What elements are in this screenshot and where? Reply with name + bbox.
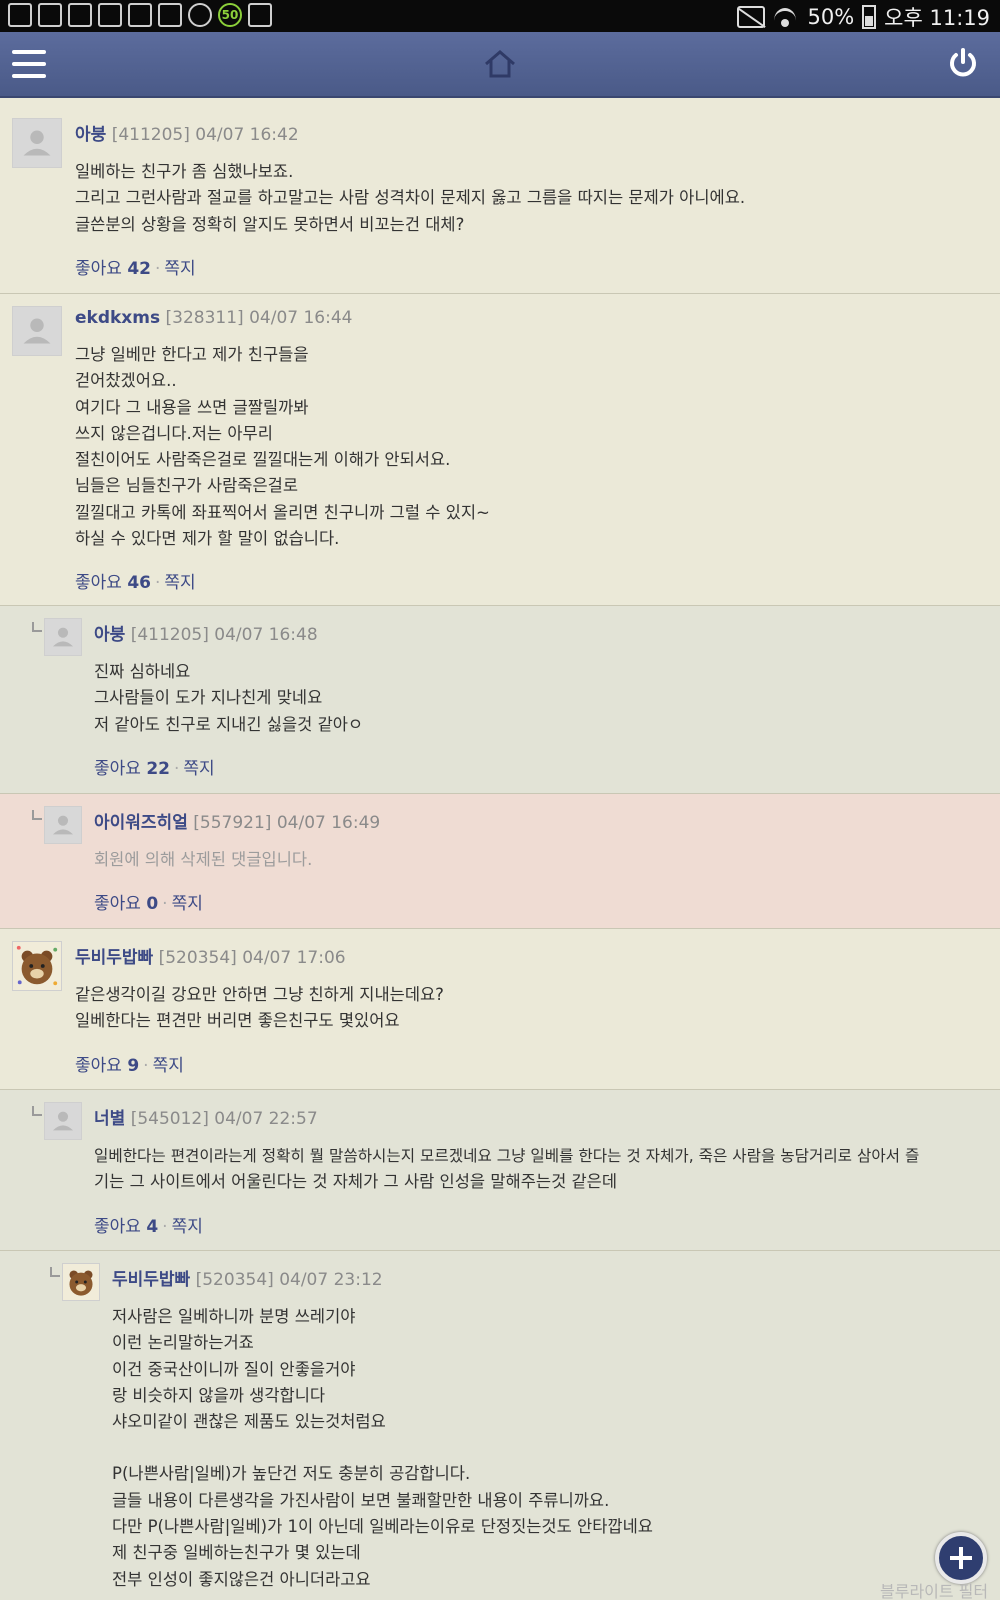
message-link[interactable]: 쪽지 (164, 573, 195, 593)
reply-arrow-icon (32, 622, 42, 632)
battery-percent: 50% (807, 5, 855, 29)
image-icon (68, 3, 92, 27)
reply-comment: 너별 [545012] 04/07 22:57 일베한다는 편견이라는게 정확히… (0, 1090, 1000, 1251)
deleted-notice: 회원에 의해 삭제된 댓글입니다. (94, 850, 313, 869)
reply-comment: 아붕 [411205] 04/07 16:48 진짜 심하네요 그사람들이 도가 … (0, 606, 1000, 794)
like-button[interactable]: 좋아요 22 (94, 759, 170, 779)
like-button[interactable]: 좋아요 0 (94, 894, 158, 914)
author-id: [520354] (158, 948, 237, 968)
comment-date: 04/07 16:44 (249, 308, 353, 328)
message-link[interactable]: 쪽지 (172, 1217, 203, 1237)
author-name[interactable]: 두비두밥빠 (112, 1270, 190, 1290)
comment-body: 같은생각이길 강요만 안하면 그냥 친하게 지내는데요? 일베한다는 편견만 버리… (75, 985, 444, 1031)
author-id: [411205] (111, 125, 190, 145)
author-name[interactable]: 두비두밥빠 (75, 948, 153, 968)
reply-arrow-icon (32, 810, 42, 820)
watermark: 블루라이트 필터 (880, 1582, 989, 1600)
comment-body: 일베하는 친구가 좀 심했나보죠. 그리고 그런사람과 절교를 하고말고는 사람 … (75, 162, 746, 234)
plus-icon[interactable] (935, 1532, 987, 1584)
comment-date: 04/07 17:06 (242, 948, 346, 968)
like-button[interactable]: 좋아요 46 (75, 573, 151, 593)
like-button[interactable]: 좋아요 42 (75, 259, 151, 279)
clock: 오후 11:19 (884, 6, 990, 30)
like-button[interactable]: 좋아요 4 (94, 1217, 158, 1237)
deleted-reply-comment: 아이워즈히얼 [557921] 04/07 16:49 회원에 의해 삭제된 댓… (0, 794, 1000, 929)
author-name[interactable]: 아이워즈히얼 (94, 813, 188, 833)
author-id: [411205] (130, 625, 209, 645)
screen-icon (98, 3, 122, 27)
default-avatar-icon (44, 806, 82, 844)
bear-avatar-icon (62, 1263, 100, 1301)
author-name[interactable]: 아붕 (94, 625, 125, 645)
author-id: [520354] (195, 1270, 274, 1290)
power-icon[interactable] (946, 46, 980, 80)
message-link[interactable]: 쪽지 (153, 1056, 184, 1076)
like-count: 0 (146, 894, 159, 915)
comment-body: 진짜 심하네요 그사람들이 도가 지나친게 맞네요 저 같아도 친구로 지내긴 싫을… (94, 662, 364, 734)
default-avatar-icon (12, 306, 62, 356)
like-count: 22 (146, 758, 170, 779)
comment-body: 저사람은 일베하니까 분명 쓰레기야 이런 논리말하는거죠 이건 중국산이니까 질이… (112, 1307, 653, 1589)
default-avatar-icon (12, 118, 62, 168)
message-link[interactable]: 쪽지 (172, 894, 203, 914)
author-id: [557921] (193, 813, 272, 833)
default-avatar-icon (44, 1102, 82, 1140)
comment-body: 일베한다는 편견이라는게 정확히 뭘 말씀하시는지 모르겠네요 그냥 일베를 한… (94, 1147, 920, 1192)
like-count: 4 (146, 1216, 159, 1237)
author-id: [545012] (130, 1109, 209, 1129)
default-avatar-icon (44, 618, 82, 656)
message-link[interactable]: 쪽지 (164, 259, 195, 279)
author-name[interactable]: 너별 (94, 1109, 125, 1129)
notification-icons: 50 (8, 3, 272, 27)
reply-arrow-icon (50, 1267, 60, 1277)
comment-date: 04/07 16:42 (195, 125, 299, 145)
clipboard-icon (248, 3, 272, 27)
comment-date: 04/07 16:49 (276, 813, 381, 833)
bear-avatar-icon (12, 941, 62, 991)
pen-icon (158, 3, 182, 27)
author-name[interactable]: ekdkxms (75, 308, 160, 328)
comment-date: 04/07 23:12 (279, 1270, 383, 1290)
compass-icon (188, 3, 212, 27)
phone-icon (38, 3, 62, 27)
status-bar: 50 50% 오후 11:19 (0, 0, 1000, 32)
comment-date: 04/07 22:57 (214, 1109, 318, 1129)
comment: 아붕 [411205] 04/07 16:42 일베하는 친구가 좀 심했나보죠… (0, 106, 1000, 294)
app-bar (0, 32, 1000, 98)
wifi-icon (773, 6, 799, 28)
like-count: 46 (127, 573, 151, 594)
home-icon[interactable] (484, 49, 516, 79)
comment: 두비두밥빠 [520354] 04/07 17:06 같은생각이길 강요만 안하… (0, 929, 1000, 1090)
badge-50-icon: 50 (218, 3, 242, 27)
reply-arrow-icon (32, 1106, 42, 1116)
app-update-icon (8, 3, 32, 27)
menu-icon[interactable] (12, 50, 46, 78)
like-count: 42 (127, 258, 151, 279)
like-count: 9 (127, 1055, 140, 1076)
comment-list: 아붕 [411205] 04/07 16:42 일베하는 친구가 좀 심했나보죠… (0, 106, 1000, 1600)
author-name[interactable]: 아붕 (75, 125, 106, 145)
comment-date: 04/07 16:48 (214, 625, 318, 645)
comment-body: 그냥 일베만 한다고 제가 친구들을 걷어찼겠어요.. 여기다 그 내용을 쓰면 글… (75, 345, 490, 549)
like-button[interactable]: 좋아요 9 (75, 1056, 139, 1076)
battery-icon (862, 5, 877, 29)
nested-reply-comment: 두비두밥빠 [520354] 04/07 23:12 저사람은 일베하니까 분명… (0, 1251, 1000, 1600)
s-app-icon (128, 3, 152, 27)
author-id: [328311] (165, 308, 244, 328)
message-link[interactable]: 쪽지 (183, 759, 214, 779)
mute-icon (737, 6, 766, 28)
comment: ekdkxms [328311] 04/07 16:44 그냥 일베만 한다고 … (0, 294, 1000, 606)
